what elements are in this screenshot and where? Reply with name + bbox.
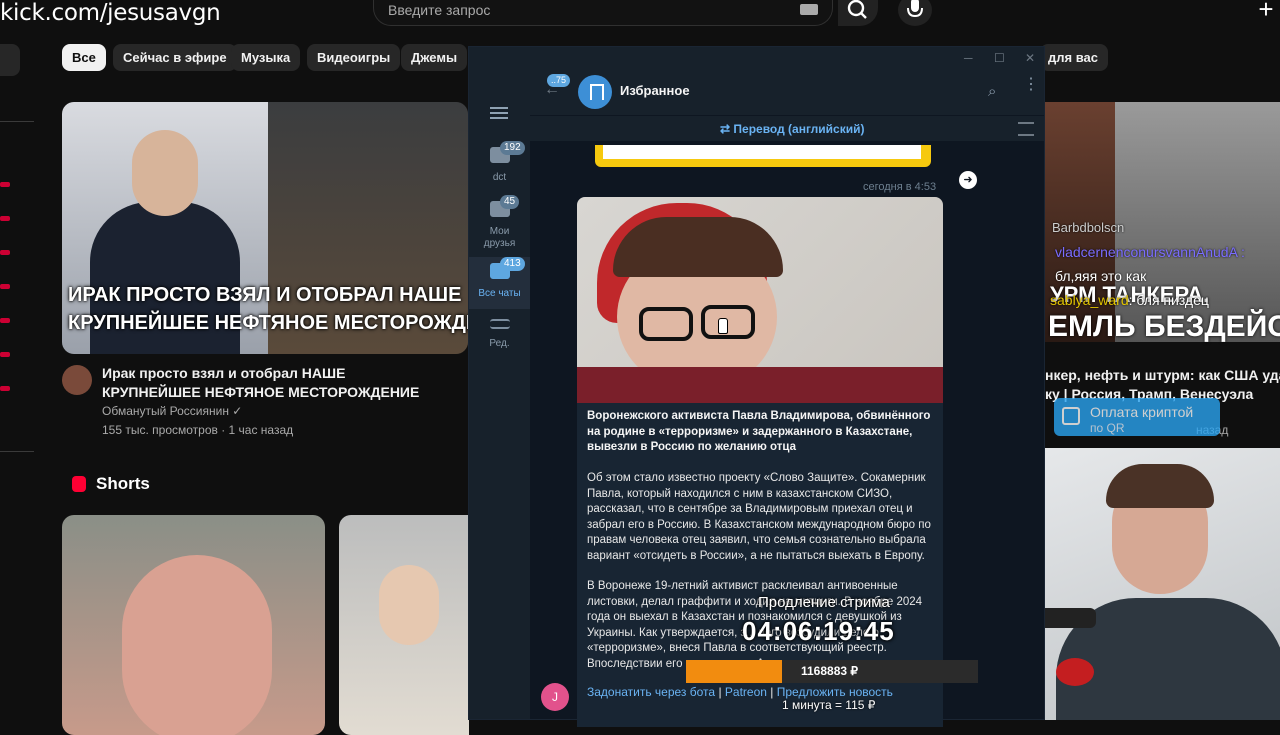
chat-username: sablya_ward — [1050, 292, 1129, 308]
close-icon[interactable]: ✕ — [1025, 51, 1035, 65]
live-indicator — [0, 386, 10, 391]
message-photo[interactable] — [577, 197, 943, 403]
video-title-line: нкер, нефть и штурм: как США удари — [1045, 367, 1280, 383]
live-indicator — [0, 284, 10, 289]
keyboard-icon[interactable] — [800, 4, 818, 15]
mic-icon — [907, 0, 923, 18]
channel-name[interactable]: Обманутый Россиянин ✓ — [102, 404, 242, 418]
chat-message: sablya_ward: бля пиздец — [1050, 292, 1209, 308]
chat-header: ← ..75 Избранное ⌕ ⋮ — [530, 69, 1044, 115]
donate-bot-link[interactable]: Задонатить через бота — [587, 685, 715, 699]
video-thumbnail[interactable]: ИРАК ПРОСТО ВЗЯЛ И ОТОБРАЛ НАШЕ КРУПНЕЙШ… — [62, 102, 468, 354]
message-headline: Воронежского активиста Павла Владимирова… — [587, 410, 931, 453]
forward-icon[interactable]: ➜ — [959, 171, 977, 189]
crypto-label: Оплата криптой — [1090, 404, 1194, 420]
folder-label: Мои друзья — [483, 226, 516, 249]
translate-button[interactable]: ⇄ Перевод (английский) — [720, 122, 864, 136]
message-bubble: Воронежского активиста Павла Владимирова… — [577, 197, 943, 727]
live-indicator — [0, 352, 10, 357]
chat-text: : бля пиздец — [1128, 292, 1209, 308]
divider — [0, 121, 34, 122]
short-thumbnail[interactable] — [62, 515, 325, 735]
live-indicator — [0, 216, 10, 221]
sliders-icon — [489, 319, 510, 329]
bookmark-icon — [578, 75, 612, 109]
chip-for-you[interactable]: для вас — [1040, 44, 1108, 71]
maximize-icon[interactable]: ☐ — [994, 51, 1005, 65]
chip-games[interactable]: Видеоигры — [307, 44, 401, 71]
left-rail-item[interactable] — [0, 44, 20, 76]
shorts-heading: Shorts — [96, 474, 150, 493]
message-links: Задонатить через бота | Patreon | Предло… — [587, 685, 893, 699]
thumbnail-caption: ЕМЛЬ БЕЗДЕЙСТ — [1048, 310, 1280, 343]
live-indicator — [0, 250, 10, 255]
url-text: kick.com/jesusavgn — [0, 0, 221, 26]
chip-live[interactable]: Сейчас в эфире — [113, 44, 237, 71]
message-paragraph: Об этом стало известно проекту «Слово За… — [587, 472, 931, 562]
chip-music[interactable]: Музыка — [231, 44, 301, 71]
donation-rate: 1 минута = 115 ₽ — [782, 698, 876, 712]
chat-message: Barbdbolscn — [1052, 220, 1125, 235]
chat-message: vladcernenconursvannAnudA : — [1055, 244, 1245, 260]
qr-icon — [1062, 407, 1080, 425]
link-separator: | — [718, 685, 722, 699]
search-icon[interactable]: ⌕ — [988, 83, 996, 100]
thumbnail-caption: КРУПНЕЙШЕЕ НЕФТЯНОЕ МЕСТОРОЖДЕНИ — [68, 312, 468, 334]
live-indicator — [0, 182, 10, 187]
suggest-news-link[interactable]: Предложить новость — [777, 685, 893, 699]
live-indicator — [0, 318, 10, 323]
search-button[interactable] — [838, 0, 878, 26]
folder-label: Все чаты — [478, 288, 521, 299]
patreon-link[interactable]: Patreon — [725, 685, 767, 699]
sender-avatar[interactable]: J — [541, 683, 569, 711]
window-titlebar: ─ ☐ ✕ — [469, 47, 1044, 69]
unread-badge: ..75 — [547, 74, 571, 87]
translate-bar: ⇄ Перевод (английский) — [530, 115, 1044, 141]
crypto-sublabel: по QR — [1090, 421, 1125, 435]
chip-jams[interactable]: Джемы — [401, 44, 468, 71]
translate-label: Перевод (английский) — [733, 122, 865, 136]
search-input[interactable]: Введите запрос — [373, 0, 833, 26]
short-thumbnail[interactable] — [339, 515, 469, 735]
mouse-cursor — [718, 318, 728, 334]
thumbnail-caption: ИРАК ПРОСТО ВЗЯЛ И ОТОБРАЛ НАШЕ — [68, 284, 462, 306]
folder-all-chats[interactable]: 413 Все чаты — [469, 257, 530, 309]
previous-message-image[interactable] — [595, 145, 931, 167]
message-time: сегодня в 4:53 — [863, 181, 937, 193]
donation-progress-fill — [686, 660, 783, 683]
unread-badge: 45 — [500, 195, 520, 209]
chip-all[interactable]: Все — [62, 44, 106, 71]
donation-progress-bar: 1168883 ₽ — [686, 660, 978, 683]
folder-friends[interactable]: 45 Мои друзья — [469, 195, 530, 253]
menu-icon[interactable] — [490, 107, 508, 119]
unread-badge: 192 — [500, 141, 525, 155]
folder-label: dct — [492, 172, 507, 183]
link-separator: | — [770, 685, 774, 699]
crypto-pay-button[interactable]: Оплата криптой по QR — [1054, 398, 1220, 436]
folder-dct[interactable]: 192 dct — [469, 141, 530, 193]
folder-edit[interactable]: Ред. — [469, 313, 530, 357]
folder-sidebar: 192 dct 45 Мои друзья 413 Все чаты Ред. — [469, 69, 530, 719]
stream-timer: 04:06:19:45 — [742, 616, 895, 646]
video-meta: 155 тыс. просмотров · 1 час назад — [102, 423, 294, 437]
more-icon[interactable]: ⋮ — [1023, 77, 1039, 93]
stream-extension-title: Продление стрима — [758, 594, 890, 611]
minimize-icon[interactable]: ─ — [964, 51, 973, 65]
unread-badge: 413 — [500, 257, 525, 271]
video-title[interactable]: Ирак просто взял и отобрал НАШЕ КРУПНЕЙШ… — [102, 364, 442, 402]
search-icon — [847, 0, 867, 19]
channel-avatar[interactable] — [62, 365, 92, 395]
divider — [0, 451, 34, 452]
shorts-icon — [72, 476, 86, 492]
chat-title[interactable]: Избранное — [620, 83, 690, 98]
settings-icon[interactable] — [1018, 122, 1034, 136]
donation-amount: 1168883 ₽ — [801, 664, 859, 678]
create-icon[interactable]: + — [1252, 0, 1280, 24]
search-placeholder: Введите запрос — [388, 2, 491, 18]
folder-label: Ред. — [489, 338, 510, 349]
voice-search-button[interactable] — [898, 0, 932, 26]
